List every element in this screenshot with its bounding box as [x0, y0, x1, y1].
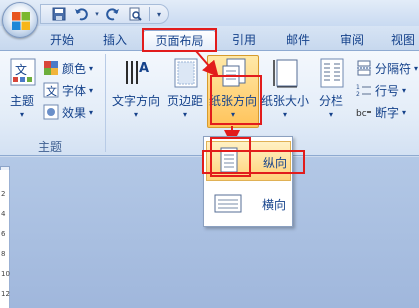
- hyphenation-label: 断字: [375, 105, 400, 120]
- paper-size-icon: [273, 59, 298, 88]
- theme-colors-label: 颜色: [62, 61, 87, 76]
- undo-button[interactable]: [71, 6, 91, 22]
- themes-group-label: 主题: [37, 140, 62, 154]
- size-button[interactable]: 纸张大小 ▾: [261, 58, 309, 128]
- undo-icon: [75, 8, 88, 21]
- tab-home[interactable]: 开始: [44, 30, 80, 50]
- svg-text:2: 2: [356, 91, 360, 98]
- tab-review[interactable]: 审阅: [334, 30, 370, 50]
- office-logo-icon: [12, 12, 30, 30]
- theme-effects-button[interactable]: 效果 ▾: [43, 102, 93, 122]
- undo-dropdown[interactable]: ▾: [93, 6, 101, 22]
- ruler-tick: 10: [1, 270, 10, 278]
- chevron-down-icon: ▾: [133, 110, 138, 119]
- line-numbers-label: 行号: [375, 83, 400, 98]
- redo-icon: [106, 8, 119, 21]
- themes-button[interactable]: 文 主题 ▾: [0, 58, 44, 128]
- hyphenation-button[interactable]: bc 断字 ▾: [356, 102, 406, 122]
- ruler-tick: 8: [1, 250, 6, 258]
- chevron-down-icon: ▾: [89, 107, 94, 117]
- theme-fonts-button[interactable]: 文 字体 ▾: [43, 80, 93, 100]
- svg-text:1: 1: [356, 84, 360, 91]
- breaks-label: 分隔符: [375, 61, 412, 76]
- ruler-tick: 6: [1, 230, 6, 238]
- quick-access-toolbar: ▾ ▾: [40, 4, 169, 24]
- chevron-down-icon: ▾: [282, 110, 287, 119]
- svg-text:文: 文: [15, 62, 27, 77]
- theme-colors-icon: [44, 61, 58, 75]
- print-preview-icon: [129, 7, 142, 21]
- chevron-down-icon: ▾: [328, 110, 333, 119]
- chevron-down-icon: ▾: [402, 85, 407, 95]
- line-numbers-button[interactable]: 1 2 行号 ▾: [356, 80, 406, 100]
- qat-separator: [149, 7, 150, 21]
- ruler-tick: 12: [1, 290, 10, 298]
- tab-insert[interactable]: 插入: [97, 30, 133, 50]
- svg-text:文: 文: [46, 84, 57, 98]
- themes-icon: 文: [10, 58, 36, 86]
- svg-text:bc: bc: [356, 109, 367, 119]
- tab-references[interactable]: 引用: [226, 30, 262, 50]
- theme-colors-button[interactable]: 颜色 ▾: [43, 58, 93, 78]
- theme-fonts-label: 字体: [62, 83, 87, 98]
- theme-effects-label: 效果: [62, 105, 87, 120]
- vertical-ruler: 2 4 6 8 10 12: [0, 170, 10, 308]
- chevron-down-icon: ▾: [89, 63, 94, 73]
- print-preview-button[interactable]: [125, 6, 145, 22]
- text-direction-icon: A: [126, 61, 149, 84]
- redo-button[interactable]: [103, 6, 123, 22]
- tab-view[interactable]: 视图: [385, 30, 419, 50]
- margins-icon: [174, 58, 198, 88]
- save-button[interactable]: [49, 6, 69, 22]
- theme-effects-icon: [43, 104, 59, 120]
- margins-button[interactable]: 页边距 ▾: [163, 58, 207, 128]
- group-separator: [105, 54, 106, 152]
- chevron-down-icon: ▾: [89, 85, 94, 95]
- ruler-tick: 4: [1, 210, 6, 218]
- tab-mailings[interactable]: 邮件: [280, 30, 316, 50]
- portrait-icon-annotation-box: [210, 137, 251, 177]
- landscape-label: 横向: [262, 198, 287, 212]
- theme-fonts-icon: 文: [43, 82, 59, 98]
- customize-qat-button[interactable]: ▾: [154, 6, 164, 22]
- chevron-down-icon: ▾: [414, 63, 419, 73]
- hyphenation-icon: bc: [356, 109, 371, 119]
- themes-dropdown-arrow: ▾: [19, 110, 24, 119]
- columns-icon: [320, 58, 344, 88]
- breaks-button[interactable]: 分隔符 ▾: [356, 58, 418, 78]
- chevron-down-icon: ▾: [182, 110, 187, 119]
- columns-button[interactable]: 分栏 ▾: [309, 58, 353, 128]
- save-icon: [52, 7, 66, 21]
- landscape-menu-item[interactable]: 横向: [206, 183, 291, 223]
- svg-text:A: A: [139, 61, 149, 76]
- line-numbers-icon: 1 2: [356, 84, 371, 98]
- chevron-down-icon: ▾: [402, 107, 407, 117]
- breaks-icon: [357, 60, 371, 76]
- text-direction-label: 文字方向: [111, 94, 160, 108]
- office-button[interactable]: [2, 2, 38, 38]
- columns-label: 分栏: [318, 94, 343, 108]
- orientation-annotation-box: [210, 75, 262, 125]
- landscape-page-icon: [214, 194, 242, 213]
- text-direction-button[interactable]: A 文字方向 ▾: [112, 58, 160, 128]
- page-layout-tab-annotation-box: [142, 28, 217, 52]
- ruler-tick: 2: [1, 190, 6, 198]
